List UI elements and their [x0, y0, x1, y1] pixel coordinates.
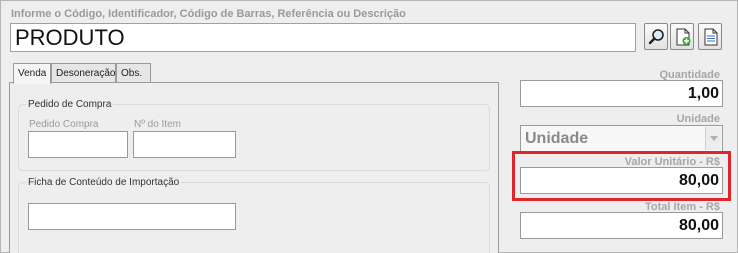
ficha-importacao-input[interactable] [28, 203, 236, 230]
item-number-input[interactable] [133, 131, 236, 158]
unidade-label: Unidade [676, 113, 720, 125]
unidade-value: Unidade [525, 130, 589, 147]
tab-label: Obs. [121, 68, 143, 79]
tab-panel-venda: Pedido de Compra Pedido Compra Nº do Ite… [9, 82, 499, 253]
valor-unitario-input[interactable]: 80,00 [520, 167, 723, 194]
tab-label: Desoneração [56, 68, 116, 79]
pedido-compra-group: Pedido de Compra Pedido Compra Nº do Ite… [18, 99, 490, 171]
document-icon [704, 28, 718, 46]
total-item-input[interactable]: 80,00 [520, 212, 723, 239]
search-label: Informe o Código, Identificador, Código … [11, 8, 406, 20]
pedido-compra-input[interactable] [28, 131, 128, 158]
search-button[interactable] [644, 23, 668, 50]
tab-label: Venda [18, 68, 47, 79]
add-product-button[interactable] [670, 23, 694, 50]
pedido-compra-label: Pedido Compra [29, 119, 99, 130]
product-search-input[interactable]: PRODUTO [10, 23, 636, 52]
details-button[interactable] [698, 23, 722, 50]
tab-venda[interactable]: Venda [13, 63, 51, 84]
magnifier-icon [648, 29, 664, 45]
add-document-icon [676, 28, 691, 46]
pedido-compra-title: Pedido de Compra [26, 99, 114, 110]
ficha-importacao-title: Ficha de Conteúdo de Importação [26, 177, 182, 188]
chevron-down-icon[interactable] [705, 127, 721, 150]
quantidade-input[interactable]: 1,00 [520, 80, 723, 107]
product-form: Informe o Código, Identificador, Código … [0, 0, 738, 253]
tab-desoneracao[interactable]: Desoneração [51, 63, 116, 83]
unidade-select[interactable]: Unidade [520, 125, 723, 152]
item-number-label: Nº do Item [134, 119, 182, 130]
ficha-importacao-group: Ficha de Conteúdo de Importação [18, 177, 490, 253]
tab-obs[interactable]: Obs. [116, 63, 151, 83]
